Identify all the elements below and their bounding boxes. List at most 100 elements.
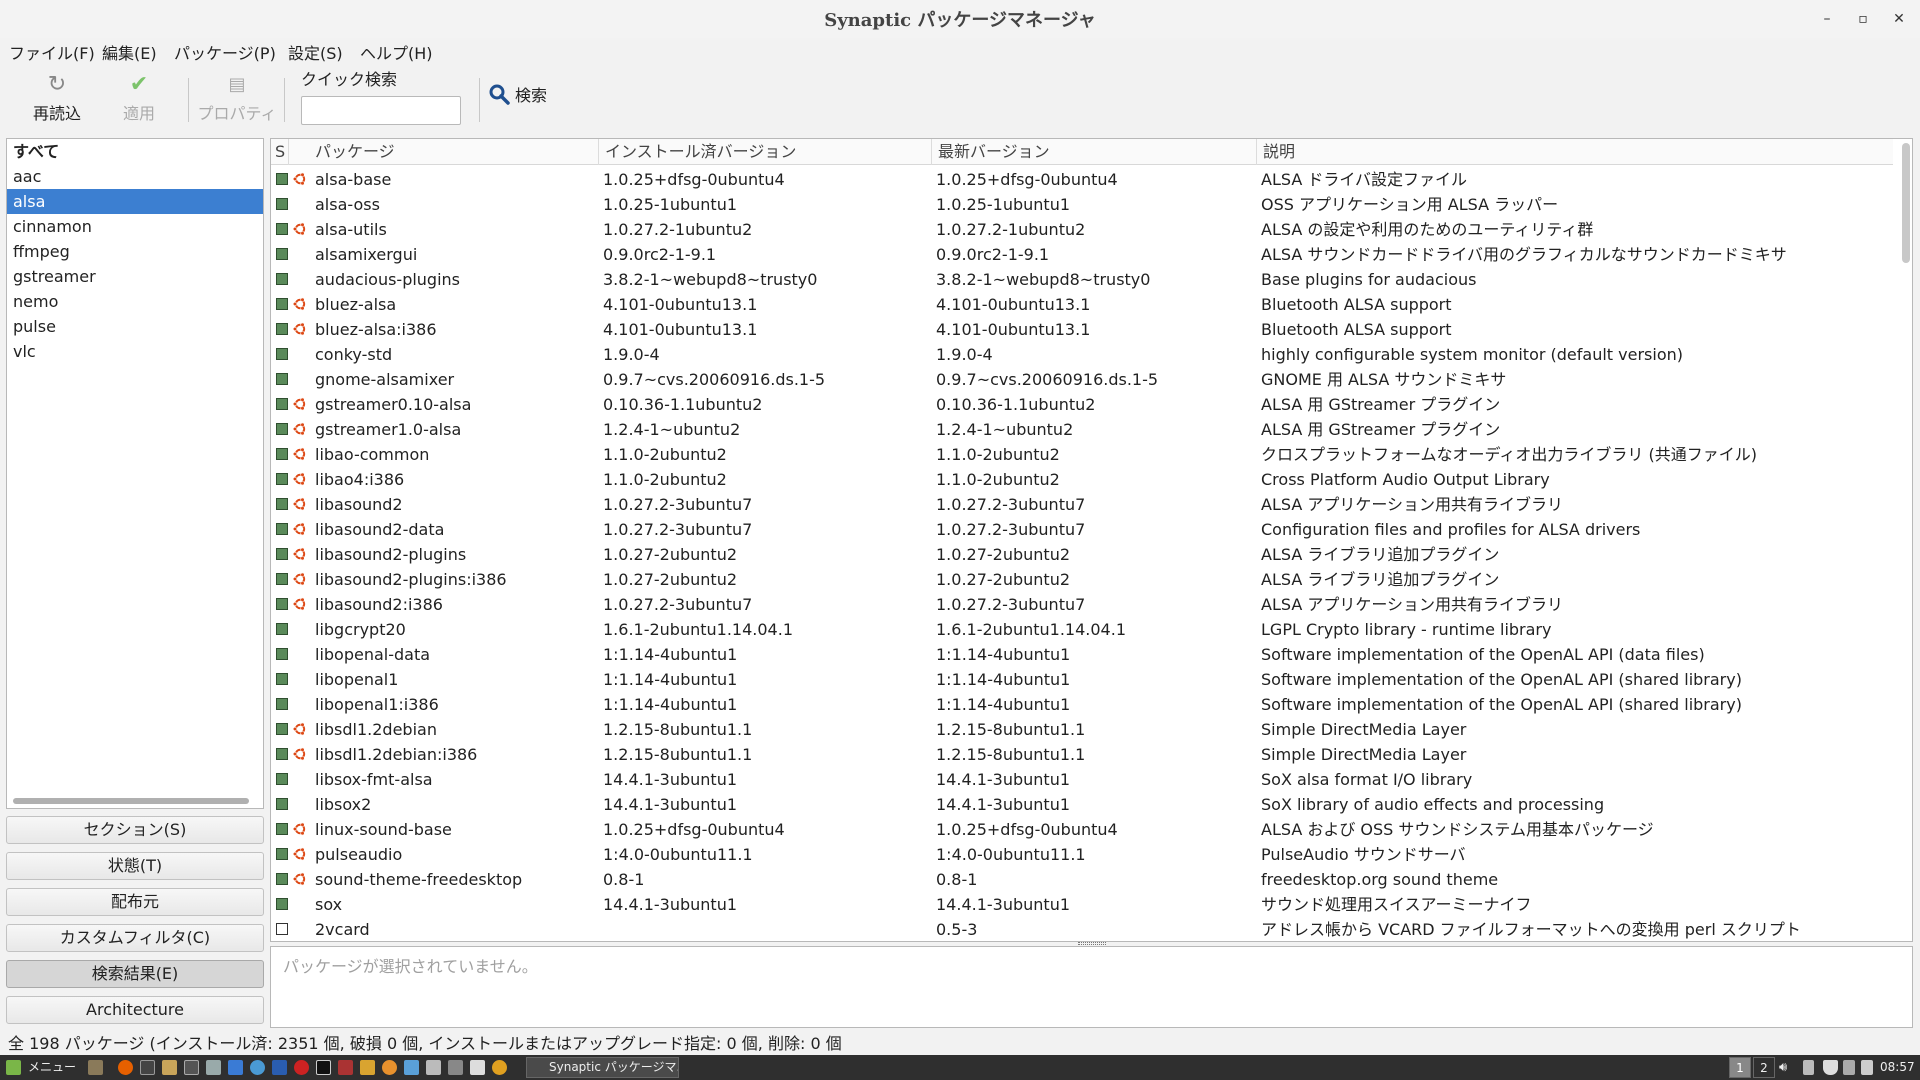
- package-status-checkbox[interactable]: [276, 348, 288, 360]
- text-editor-icon[interactable]: [316, 1060, 331, 1075]
- workspace-1[interactable]: 1: [1729, 1057, 1751, 1078]
- table-row[interactable]: linux-sound-base 1.0.25+dfsg-0ubuntu4 1.0.…: [271, 817, 1893, 842]
- table-row[interactable]: libao4:i386 1.1.0-2ubuntu2 1.1.0-2ubuntu2 C…: [271, 467, 1893, 492]
- apply-button[interactable]: ✔ 適用: [99, 70, 179, 130]
- package-status-checkbox[interactable]: [276, 323, 288, 335]
- app-5-icon[interactable]: [492, 1060, 507, 1075]
- filter-item-cinnamon[interactable]: cinnamon: [7, 214, 263, 239]
- package-status-checkbox[interactable]: [276, 823, 288, 835]
- menu-button[interactable]: メニュー: [28, 1055, 76, 1080]
- package-status-checkbox[interactable]: [276, 923, 288, 935]
- package-status-checkbox[interactable]: [276, 523, 288, 535]
- table-row[interactable]: libsox2 14.4.1-3ubuntu1 14.4.1-3ubuntu1 SoX…: [271, 792, 1893, 817]
- package-status-checkbox[interactable]: [276, 548, 288, 560]
- filter-item-aac[interactable]: aac: [7, 164, 263, 189]
- reload-button[interactable]: ↻ 再読込: [17, 70, 97, 130]
- table-row[interactable]: libasound2-data 1.0.27.2-3ubuntu7 1.0.27.2…: [271, 517, 1893, 542]
- architecture-button[interactable]: Architecture: [6, 996, 264, 1024]
- table-row[interactable]: alsamixergui 0.9.0rc2-1-9.1 0.9.0rc2-1-9.1…: [271, 242, 1893, 267]
- package-status-checkbox[interactable]: [276, 873, 288, 885]
- filter-item-ffmpeg[interactable]: ffmpeg: [7, 239, 263, 264]
- table-row[interactable]: libopenal1:i386 1:1.14-4ubuntu1 1:1.14-4ub…: [271, 692, 1893, 717]
- volume-icon[interactable]: 🔊︎: [1779, 1055, 1787, 1080]
- menu-file[interactable]: ファイル(F): [9, 40, 95, 64]
- table-row[interactable]: sox 14.4.1-3ubuntu1 14.4.1-3ubuntu1 サウンド処理用…: [271, 892, 1893, 917]
- package-status-checkbox[interactable]: [276, 248, 288, 260]
- table-row[interactable]: libopenal-data 1:1.14-4ubuntu1 1:1.14-4ubu…: [271, 642, 1893, 667]
- taskbar-window-synaptic[interactable]: Synaptic パッケージマ...: [526, 1057, 679, 1078]
- table-row[interactable]: alsa-oss 1.0.25-1ubuntu1 1.0.25-1ubuntu1 OS…: [271, 192, 1893, 217]
- table-row[interactable]: libgcrypt20 1.6.1-2ubuntu1.14.04.1 1.6.1-2…: [271, 617, 1893, 642]
- column-description[interactable]: 説明: [1257, 139, 1893, 165]
- table-row[interactable]: gstreamer0.10-alsa 0.10.36-1.1ubuntu2 0.10…: [271, 392, 1893, 417]
- package-status-checkbox[interactable]: [276, 798, 288, 810]
- package-status-checkbox[interactable]: [276, 673, 288, 685]
- custom-filters-button[interactable]: カスタムフィルタ(C): [6, 924, 264, 952]
- filter-item-alsa[interactable]: alsa: [7, 189, 263, 214]
- table-row[interactable]: alsa-utils 1.0.27.2-1ubuntu2 1.0.27.2-1ubu…: [271, 217, 1893, 242]
- filter-item-vlc[interactable]: vlc: [7, 339, 263, 364]
- pane-resize-handle[interactable]: [1078, 942, 1106, 945]
- minimize-button[interactable]: –: [1816, 8, 1838, 30]
- media-icon[interactable]: [294, 1060, 309, 1075]
- package-status-checkbox[interactable]: [276, 223, 288, 235]
- package-status-checkbox[interactable]: [276, 373, 288, 385]
- table-row[interactable]: audacious-plugins 3.8.2-1~webupd8~trusty0…: [271, 267, 1893, 292]
- menu-package[interactable]: パッケージ(P): [174, 40, 276, 64]
- vertical-scrollbar[interactable]: [1902, 143, 1910, 263]
- package-status-checkbox[interactable]: [276, 573, 288, 585]
- table-row[interactable]: bluez-alsa 4.101-0ubuntu13.1 4.101-0ubuntu…: [271, 292, 1893, 317]
- table-row[interactable]: libasound2 1.0.27.2-3ubuntu7 1.0.27.2-3ubu…: [271, 492, 1893, 517]
- package-icon[interactable]: [426, 1060, 441, 1075]
- package-status-checkbox[interactable]: [276, 598, 288, 610]
- table-row[interactable]: libao-common 1.1.0-2ubuntu2 1.1.0-2ubuntu2…: [271, 442, 1893, 467]
- package-status-checkbox[interactable]: [276, 298, 288, 310]
- browser-icon[interactable]: [250, 1060, 265, 1075]
- network-icon[interactable]: [1803, 1060, 1814, 1075]
- package-status-checkbox[interactable]: [276, 498, 288, 510]
- table-row[interactable]: 2vcard 0.5-3 アドレス帳から VCARD ファイルフォーマットへの変換用…: [271, 917, 1893, 941]
- package-status-checkbox[interactable]: [276, 423, 288, 435]
- package-status-checkbox[interactable]: [276, 898, 288, 910]
- file-manager-icon[interactable]: [162, 1060, 177, 1075]
- package-status-checkbox[interactable]: [276, 648, 288, 660]
- column-status[interactable]: S: [271, 139, 289, 165]
- package-status-checkbox[interactable]: [276, 473, 288, 485]
- status-button[interactable]: 状態(T): [6, 852, 264, 880]
- table-row[interactable]: alsa-base 1.0.25+dfsg-0ubuntu4 1.0.25+dfsg…: [271, 167, 1893, 192]
- close-button[interactable]: ✕: [1888, 8, 1910, 30]
- column-installed-version[interactable]: インストール済バージョン: [599, 139, 932, 165]
- origin-button[interactable]: 配布元: [6, 888, 264, 916]
- menu-settings[interactable]: 設定(S): [288, 40, 343, 64]
- package-status-checkbox[interactable]: [276, 448, 288, 460]
- app-2-icon[interactable]: [338, 1060, 353, 1075]
- firefox-icon[interactable]: [118, 1060, 133, 1075]
- package-status-checkbox[interactable]: [276, 773, 288, 785]
- filter-item-nemo[interactable]: nemo: [7, 289, 263, 314]
- filter-item-all[interactable]: すべて: [7, 139, 263, 164]
- network-app-icon[interactable]: [404, 1060, 419, 1075]
- package-status-checkbox[interactable]: [276, 723, 288, 735]
- tools-icon[interactable]: [206, 1060, 221, 1075]
- package-status-checkbox[interactable]: [276, 398, 288, 410]
- package-status-checkbox[interactable]: [276, 623, 288, 635]
- show-desktop-icon[interactable]: [88, 1060, 103, 1075]
- monitor-icon[interactable]: [184, 1060, 199, 1075]
- menu-edit[interactable]: 編集(E): [102, 40, 157, 64]
- table-row[interactable]: bluez-alsa:i386 4.101-0ubuntu13.1 4.101-0u…: [271, 317, 1893, 342]
- table-row[interactable]: libsox-fmt-alsa 14.4.1-3ubuntu1 14.4.1-3ub…: [271, 767, 1893, 792]
- table-row[interactable]: libsdl1.2debian:i386 1.2.15-8ubuntu1.1 1.2…: [271, 742, 1893, 767]
- search-button[interactable]: 検索: [488, 82, 547, 106]
- quick-search-input[interactable]: [301, 96, 461, 125]
- app-4-icon[interactable]: [470, 1060, 485, 1075]
- table-row[interactable]: gnome-alsamixer 0.9.7~cvs.20060916.ds.1-5…: [271, 367, 1893, 392]
- filter-item-gstreamer[interactable]: gstreamer: [7, 264, 263, 289]
- archive-icon[interactable]: [360, 1060, 375, 1075]
- table-row[interactable]: sound-theme-freedesktop 0.8-1 0.8-1 freedes…: [271, 867, 1893, 892]
- app-icon[interactable]: [272, 1060, 287, 1075]
- menu-help[interactable]: ヘルプ(H): [360, 40, 433, 64]
- workspace-2[interactable]: 2: [1753, 1057, 1775, 1078]
- column-package[interactable]: パッケージ: [309, 139, 599, 165]
- horizontal-scrollbar[interactable]: [13, 798, 249, 804]
- filter-item-pulse[interactable]: pulse: [7, 314, 263, 339]
